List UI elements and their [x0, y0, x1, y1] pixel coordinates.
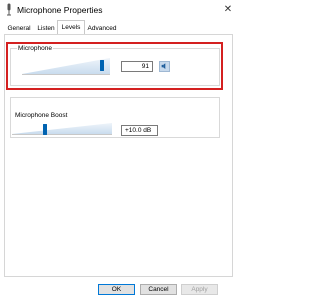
apply-label: Apply — [191, 286, 208, 293]
close-button[interactable]: ✕ — [221, 3, 235, 17]
boost-value: +10.0 dB — [125, 127, 152, 134]
boost-value-field: +10.0 dB — [121, 125, 158, 136]
tab-levels[interactable]: Levels — [57, 20, 85, 34]
tab-label: Levels — [61, 24, 81, 31]
boost-slider-thumb[interactable] — [43, 124, 47, 135]
ok-button[interactable]: OK — [98, 284, 135, 295]
close-icon: ✕ — [223, 4, 233, 15]
tab-label: General — [7, 25, 31, 32]
title-bar: Microphone Properties ✕ — [0, 0, 239, 20]
microphone-icon — [7, 3, 11, 16]
apply-button[interactable]: Apply — [181, 284, 218, 295]
window-title: Microphone Properties — [17, 5, 103, 15]
tab-label: Advanced — [87, 25, 117, 32]
highlight-box — [6, 42, 223, 90]
cancel-button[interactable]: Cancel — [140, 284, 177, 295]
tab-label: Listen — [37, 25, 55, 32]
boost-slider-track[interactable] — [12, 134, 112, 135]
cancel-label: Cancel — [148, 286, 169, 293]
microphone-boost-group-label: Microphone Boost — [14, 111, 69, 120]
ok-label: OK — [111, 286, 122, 293]
